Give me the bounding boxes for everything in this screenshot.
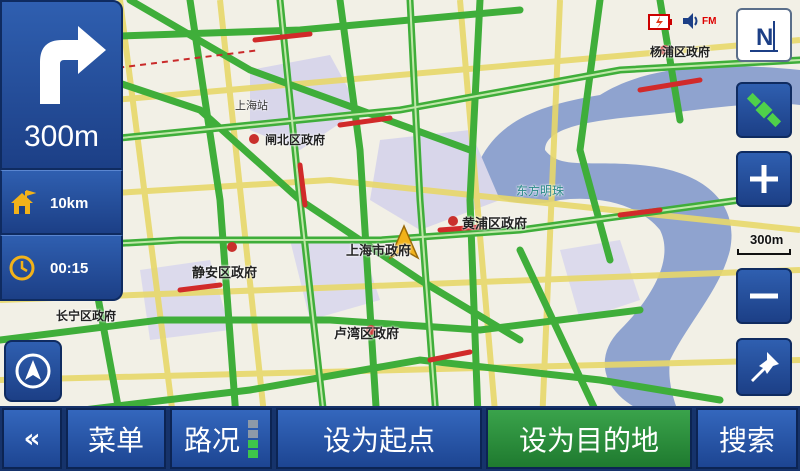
menu-button[interactable]: 菜单 — [66, 408, 166, 469]
home-flag-icon — [11, 190, 36, 214]
label-oriental-pearl: 东方明珠 — [516, 184, 565, 198]
pushpin-icon — [751, 352, 779, 382]
remaining-time-panel: 00:15 — [0, 235, 123, 301]
label-shanghai-station: 上海站 — [235, 99, 268, 112]
label-huangpu: 黄浦区政府 — [462, 217, 528, 232]
traffic-signal-icon — [248, 419, 258, 458]
locate-vehicle-button[interactable] — [4, 340, 62, 402]
label-yangpu: 杨浦区政府 — [650, 45, 711, 59]
search-button[interactable]: 搜索 — [696, 408, 798, 469]
plus-icon — [750, 165, 778, 193]
map-scale-bar — [737, 249, 791, 255]
remaining-distance-panel: 10km — [0, 170, 123, 235]
satellite-icon — [746, 92, 782, 128]
compass-arrow-icon — [15, 353, 51, 389]
satellite-view-button[interactable] — [736, 82, 792, 138]
set-destination-button[interactable]: 设为目的地 — [486, 408, 692, 469]
minus-icon — [750, 293, 778, 299]
label-zhabei: 闸北区政府 — [265, 133, 326, 147]
fm-indicator: FM — [702, 16, 717, 27]
back-button[interactable]: « — [2, 408, 62, 469]
label-shanghai-gov: 上海市政府 — [346, 244, 412, 259]
speaker-icon — [683, 13, 698, 29]
svg-text:N: N — [756, 24, 773, 51]
label-luwan: 卢湾区政府 — [334, 327, 400, 342]
zoom-out-button[interactable] — [736, 268, 792, 324]
clock-icon — [9, 255, 35, 281]
battery-icon — [648, 14, 672, 30]
traffic-label: 路况 — [183, 423, 240, 457]
bottom-toolbar: « 菜单 路况 设为起点 设为目的地 搜索 — [0, 406, 800, 471]
turn-distance: 300m — [23, 120, 100, 153]
map-scale-label: 300m — [750, 232, 784, 247]
set-start-button[interactable]: 设为起点 — [276, 408, 482, 469]
pin-button[interactable] — [736, 338, 792, 396]
zoom-in-button[interactable] — [736, 151, 792, 207]
remaining-time: 00:15 — [50, 259, 89, 277]
north-up-compass-button[interactable]: N — [736, 8, 792, 62]
label-jingan: 静安区政府 — [192, 266, 258, 281]
turn-right-arrow-icon — [40, 26, 106, 104]
north-icon: N — [750, 21, 778, 52]
remaining-distance: 10km — [50, 194, 89, 212]
label-changning: 长宁区政府 — [56, 309, 117, 323]
traffic-button[interactable]: 路况 — [170, 408, 272, 469]
turn-instruction-panel[interactable]: 300m — [0, 0, 123, 170]
